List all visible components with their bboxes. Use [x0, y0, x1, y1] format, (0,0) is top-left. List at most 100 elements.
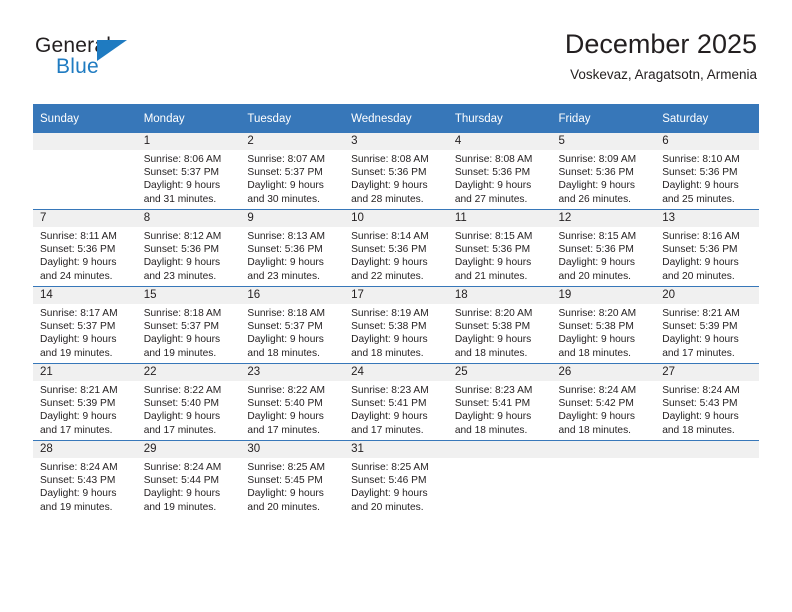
day-number: 3 — [344, 133, 448, 150]
sunrise-text: Sunrise: 8:12 AM — [143, 231, 222, 242]
daylight-text-line1: Daylight: 9 hours — [351, 488, 428, 500]
calendar-day-cell[interactable]: 20 Sunrise: 8:21 AM Sunset: 5:39 PM Dayligh… — [655, 286, 759, 364]
sunset-text: Sunset: 5:37 PM — [40, 321, 116, 333]
day-number: 7 — [33, 210, 137, 227]
daylight-text-line1: Daylight: 9 hours — [454, 257, 532, 269]
sunset-text: Sunset: 5:41 PM — [454, 398, 531, 410]
day-details: Sunrise: 8:25 AM Sunset: 5:46 PM Daylight:… — [344, 458, 448, 514]
calendar-day-cell[interactable]: 30 Sunrise: 8:25 AM Sunset: 5:45 PM Dayligh… — [240, 440, 345, 517]
calendar-day-cell[interactable]: 1 Sunrise: 8:06 AM Sunset: 5:37 PM Daylight… — [136, 133, 241, 210]
calendar-day-cell[interactable]: 8 Sunrise: 8:12 AM Sunset: 5:36 PM Daylight… — [136, 209, 241, 287]
daylight-text-line1: Daylight: 9 hours — [143, 411, 221, 423]
day-number: 8 — [136, 210, 241, 227]
day-details: Sunrise: 8:12 AM Sunset: 5:36 PM Daylight:… — [137, 227, 241, 283]
day-number: 29 — [136, 441, 241, 458]
sunset-text: Sunset: 5:45 PM — [247, 475, 323, 487]
calendar-day-cell[interactable]: 23 Sunrise: 8:22 AM Sunset: 5:40 PM Dayligh… — [240, 363, 345, 441]
calendar-body: 1 Sunrise: 8:06 AM Sunset: 5:37 PM Daylight… — [33, 133, 759, 517]
calendar-day-cell[interactable]: 28 Sunrise: 8:24 AM Sunset: 5:43 PM Dayligh… — [33, 440, 137, 517]
calendar-day-cell[interactable]: 6 Sunrise: 8:10 AM Sunset: 5:36 PM Daylight… — [655, 133, 759, 210]
daylight-text-line1: Daylight: 9 hours — [247, 180, 324, 192]
sunset-text: Sunset: 5:36 PM — [143, 244, 220, 256]
calendar-day-cell[interactable]: 29 Sunrise: 8:24 AM Sunset: 5:44 PM Dayligh… — [136, 440, 241, 517]
calendar-day-cell[interactable]: 18 Sunrise: 8:20 AM Sunset: 5:38 PM Dayligh… — [447, 286, 552, 364]
day-number: 18 — [447, 287, 552, 304]
daylight-text-line1: Daylight: 9 hours — [247, 257, 324, 269]
sunset-text: Sunset: 5:43 PM — [662, 398, 738, 410]
calendar-day-cell[interactable]: 5 Sunrise: 8:09 AM Sunset: 5:36 PM Daylight… — [551, 133, 656, 210]
calendar-day-cell[interactable]: 21 Sunrise: 8:21 AM Sunset: 5:39 PM Dayligh… — [33, 363, 137, 441]
sunrise-text: Sunrise: 8:20 AM — [454, 308, 533, 319]
day-details: Sunrise: 8:21 AM Sunset: 5:39 PM Daylight:… — [655, 304, 759, 360]
sunset-text: Sunset: 5:37 PM — [143, 167, 220, 179]
daylight-text-line2: and 23 minutes. — [247, 270, 320, 282]
calendar-day-cell[interactable]: 31 Sunrise: 8:25 AM Sunset: 5:46 PM Dayligh… — [344, 440, 448, 517]
day-details: Sunrise: 8:24 AM Sunset: 5:42 PM Daylight:… — [552, 381, 656, 437]
day-number: 19 — [551, 287, 656, 304]
day-number: 21 — [33, 364, 137, 381]
day-details: Sunrise: 8:19 AM Sunset: 5:38 PM Daylight:… — [344, 304, 448, 360]
daylight-text-line2: and 17 minutes. — [143, 424, 217, 436]
sunrise-text: Sunrise: 8:13 AM — [247, 231, 325, 242]
calendar-day-cell[interactable]: 3 Sunrise: 8:08 AM Sunset: 5:36 PM Daylight… — [344, 133, 448, 210]
calendar-week-row: 1 Sunrise: 8:06 AM Sunset: 5:37 PM Daylight… — [33, 133, 759, 210]
sunrise-text: Sunrise: 8:22 AM — [247, 385, 325, 396]
calendar-day-cell-empty — [33, 133, 137, 210]
calendar-day-cell[interactable]: 11 Sunrise: 8:15 AM Sunset: 5:36 PM Dayligh… — [447, 209, 552, 287]
daylight-text-line2: and 19 minutes. — [40, 501, 113, 513]
calendar-day-cell[interactable]: 25 Sunrise: 8:23 AM Sunset: 5:41 PM Dayligh… — [447, 363, 552, 441]
calendar-day-cell[interactable]: 12 Sunrise: 8:15 AM Sunset: 5:36 PM Dayligh… — [551, 209, 656, 287]
sunrise-text: Sunrise: 8:09 AM — [558, 154, 637, 165]
calendar-day-cell[interactable]: 14 Sunrise: 8:17 AM Sunset: 5:37 PM Dayligh… — [33, 286, 137, 364]
sunset-text: Sunset: 5:38 PM — [351, 321, 427, 333]
calendar-day-cell[interactable]: 4 Sunrise: 8:08 AM Sunset: 5:36 PM Daylight… — [447, 133, 552, 210]
day-number: 4 — [447, 133, 552, 150]
sunset-text: Sunset: 5:36 PM — [351, 167, 427, 179]
day-details: Sunrise: 8:25 AM Sunset: 5:45 PM Daylight:… — [240, 458, 344, 514]
day-number: 11 — [447, 210, 552, 227]
calendar-day-cell[interactable]: 24 Sunrise: 8:23 AM Sunset: 5:41 PM Dayligh… — [344, 363, 448, 441]
sunrise-text: Sunrise: 8:25 AM — [247, 462, 325, 473]
sunrise-text: Sunrise: 8:11 AM — [40, 231, 117, 242]
daylight-text-line2: and 18 minutes. — [247, 347, 320, 359]
day-details: Sunrise: 8:22 AM Sunset: 5:40 PM Daylight:… — [240, 381, 344, 437]
day-details: Sunrise: 8:22 AM Sunset: 5:40 PM Daylight:… — [137, 381, 241, 437]
sunset-text: Sunset: 5:39 PM — [662, 321, 738, 333]
sunset-text: Sunset: 5:38 PM — [454, 321, 531, 333]
daylight-text-line2: and 19 minutes. — [143, 347, 217, 359]
day-number: 14 — [33, 287, 137, 304]
general-blue-logo: General Blue — [35, 33, 165, 83]
calendar-week-row: 28 Sunrise: 8:24 AM Sunset: 5:43 PM Dayligh… — [33, 440, 759, 517]
calendar-day-cell[interactable]: 7 Sunrise: 8:11 AM Sunset: 5:36 PM Daylight… — [33, 209, 137, 287]
daylight-text-line1: Daylight: 9 hours — [143, 257, 221, 269]
calendar-day-cell[interactable]: 9 Sunrise: 8:13 AM Sunset: 5:36 PM Daylight… — [240, 209, 345, 287]
daylight-text-line2: and 28 minutes. — [351, 193, 424, 205]
sunset-text: Sunset: 5:36 PM — [662, 244, 738, 256]
calendar-page: General Blue December 2025 Voskevaz, Ara… — [0, 0, 792, 612]
calendar-day-cell[interactable]: 15 Sunrise: 8:18 AM Sunset: 5:37 PM Dayligh… — [136, 286, 241, 364]
sunset-text: Sunset: 5:37 PM — [247, 167, 323, 179]
calendar-day-cell[interactable]: 2 Sunrise: 8:07 AM Sunset: 5:37 PM Daylight… — [240, 133, 345, 210]
sunrise-text: Sunrise: 8:20 AM — [558, 308, 637, 319]
day-details: Sunrise: 8:10 AM Sunset: 5:36 PM Daylight:… — [655, 150, 759, 206]
calendar-day-cell[interactable]: 16 Sunrise: 8:18 AM Sunset: 5:37 PM Dayligh… — [240, 286, 345, 364]
sunset-text: Sunset: 5:44 PM — [143, 475, 220, 487]
calendar-day-cell[interactable]: 19 Sunrise: 8:20 AM Sunset: 5:38 PM Dayligh… — [551, 286, 656, 364]
sunset-text: Sunset: 5:46 PM — [351, 475, 427, 487]
daylight-text-line2: and 19 minutes. — [143, 501, 217, 513]
calendar-day-cell[interactable]: 22 Sunrise: 8:22 AM Sunset: 5:40 PM Dayligh… — [136, 363, 241, 441]
calendar-day-cell[interactable]: 10 Sunrise: 8:14 AM Sunset: 5:36 PM Dayligh… — [344, 209, 448, 287]
day-details: Sunrise: 8:14 AM Sunset: 5:36 PM Daylight:… — [344, 227, 448, 283]
calendar-day-cell[interactable]: 26 Sunrise: 8:24 AM Sunset: 5:42 PM Dayligh… — [551, 363, 656, 441]
day-number: 2 — [240, 133, 345, 150]
day-number: 26 — [551, 364, 656, 381]
day-details: Sunrise: 8:16 AM Sunset: 5:36 PM Daylight:… — [655, 227, 759, 283]
sunset-text: Sunset: 5:36 PM — [351, 244, 427, 256]
day-details: Sunrise: 8:18 AM Sunset: 5:37 PM Daylight:… — [137, 304, 241, 360]
calendar-day-cell-empty — [447, 440, 552, 517]
sunset-text: Sunset: 5:40 PM — [143, 398, 220, 410]
daylight-text-line1: Daylight: 9 hours — [351, 334, 428, 346]
calendar-day-cell[interactable]: 13 Sunrise: 8:16 AM Sunset: 5:36 PM Dayligh… — [655, 209, 759, 287]
calendar-day-cell[interactable]: 17 Sunrise: 8:19 AM Sunset: 5:38 PM Dayligh… — [344, 286, 448, 364]
calendar-day-cell[interactable]: 27 Sunrise: 8:24 AM Sunset: 5:43 PM Dayligh… — [655, 363, 759, 441]
